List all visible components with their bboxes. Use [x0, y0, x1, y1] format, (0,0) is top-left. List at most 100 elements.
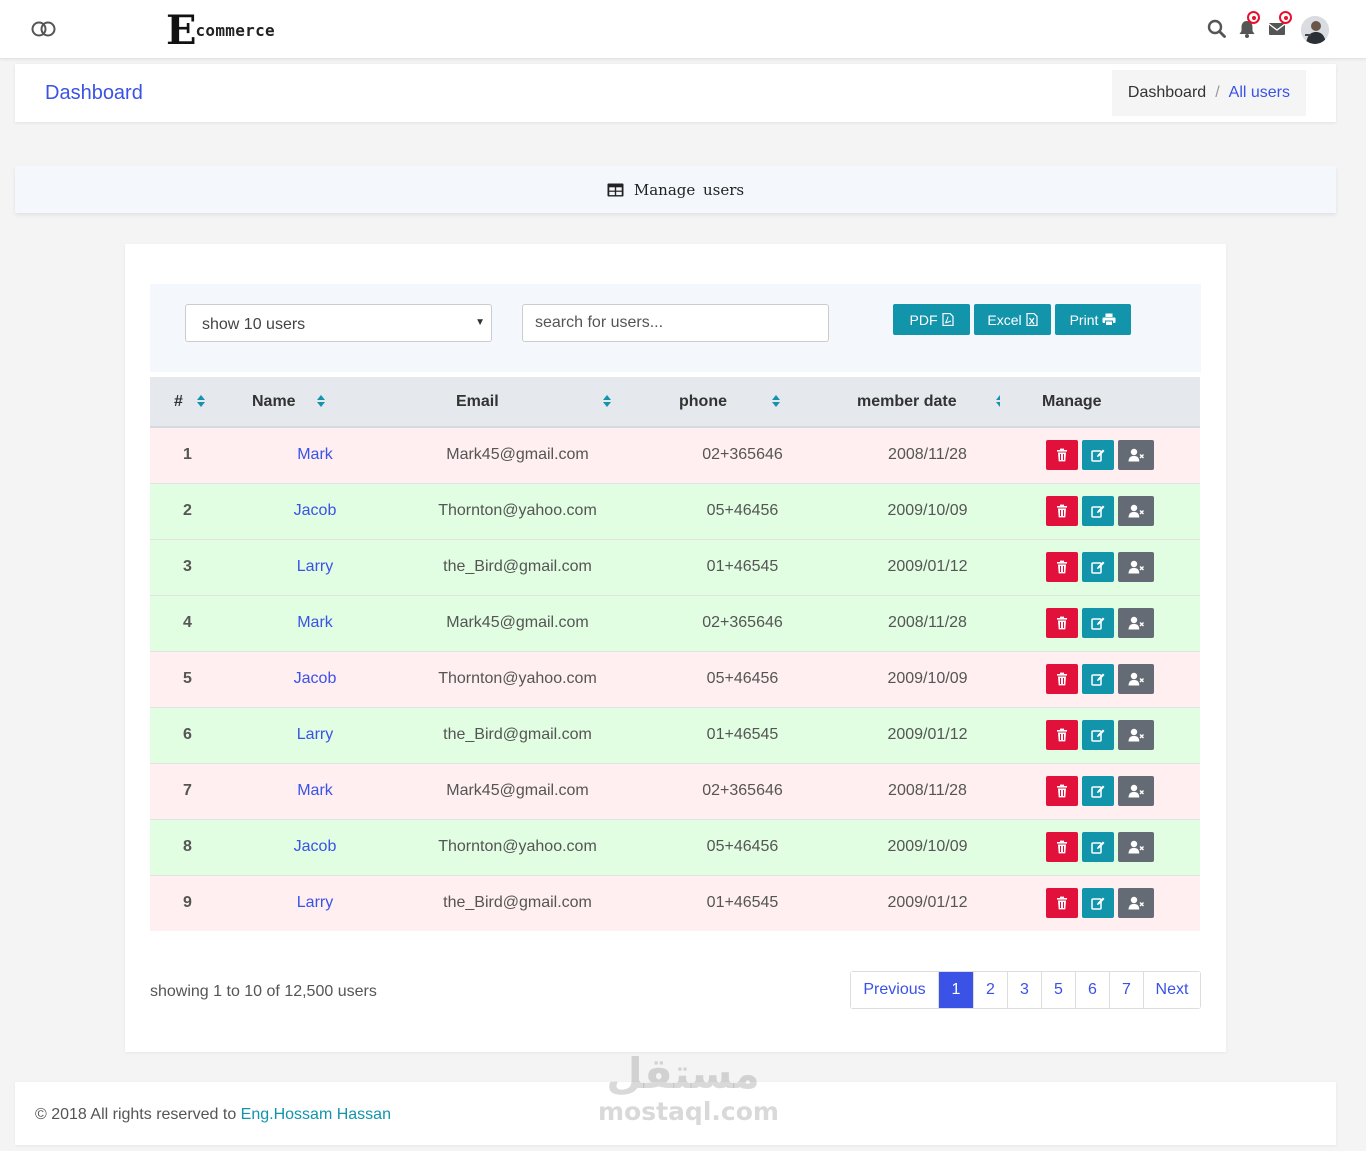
toggle-sidebar-icon[interactable] — [31, 21, 56, 37]
cell-name[interactable]: Jacob — [225, 482, 405, 539]
pagination-page-5[interactable]: 5 — [1041, 972, 1075, 1008]
trash-icon — [1057, 840, 1067, 854]
cell-member-date: 2009/01/12 — [855, 706, 1000, 763]
page-title: Dashboard — [45, 82, 143, 104]
delete-button[interactable] — [1046, 664, 1078, 694]
pagination-page-2[interactable]: 2 — [973, 972, 1007, 1008]
breadcrumb-home[interactable]: Dashboard — [1128, 84, 1206, 102]
pagination-page-7[interactable]: 7 — [1109, 972, 1143, 1008]
edit-icon — [1091, 505, 1105, 518]
edit-button[interactable] — [1082, 496, 1114, 526]
edit-button[interactable] — [1082, 832, 1114, 862]
table-row[interactable]: 3 Larry the_Bird@gmail.com 01+46545 2009/01/… — [150, 538, 1200, 595]
col-header-number[interactable]: # — [150, 377, 225, 428]
sort-icon[interactable] — [316, 394, 326, 408]
trash-icon — [1057, 896, 1067, 910]
pdf-label: PDF — [909, 311, 938, 328]
cell-phone: 05+46456 — [630, 650, 855, 707]
print-label: Print — [1069, 311, 1099, 328]
deactivate-user-button[interactable] — [1118, 832, 1154, 862]
cell-phone: 01+46545 — [630, 538, 855, 595]
deactivate-user-button[interactable] — [1118, 440, 1154, 471]
table-row[interactable]: 2 Jacob Thornton@yahoo.com 05+46456 2009/10/… — [150, 482, 1200, 539]
col-header-name[interactable]: Name — [225, 377, 405, 428]
delete-button[interactable] — [1046, 832, 1078, 862]
col-header-email[interactable]: Email — [405, 377, 630, 428]
delete-button[interactable] — [1046, 552, 1078, 582]
trash-icon — [1057, 672, 1067, 686]
users-card: show 10 users ▼ PDF Excel Print # Name — [125, 244, 1226, 1052]
edit-icon — [1091, 449, 1105, 462]
edit-button[interactable] — [1082, 720, 1114, 750]
excel-export-button[interactable]: Excel — [974, 304, 1051, 335]
cell-name[interactable]: Mark — [225, 762, 405, 819]
deactivate-user-button[interactable] — [1118, 888, 1154, 919]
cell-manage — [1000, 706, 1200, 763]
edit-button[interactable] — [1082, 440, 1114, 471]
edit-button[interactable] — [1082, 664, 1114, 694]
cell-member-date: 2009/01/12 — [855, 538, 1000, 595]
cell-name[interactable]: Larry — [225, 874, 405, 931]
deactivate-user-button[interactable] — [1118, 552, 1154, 582]
file-excel-icon — [1026, 313, 1038, 326]
pagination-page-1[interactable]: 1 — [938, 972, 973, 1008]
pagination-page-6[interactable]: 6 — [1075, 972, 1109, 1008]
delete-button[interactable] — [1046, 608, 1078, 638]
table-row[interactable]: 4 Mark Mark45@gmail.com 02+365646 2008/11/28 — [150, 594, 1200, 651]
pagination-page-3[interactable]: 3 — [1007, 972, 1041, 1008]
avatar[interactable] — [1301, 16, 1329, 44]
deactivate-user-button[interactable] — [1118, 496, 1154, 526]
cell-name[interactable]: Jacob — [225, 818, 405, 875]
search-input[interactable] — [522, 304, 829, 342]
deactivate-user-button[interactable] — [1118, 776, 1154, 806]
table-row[interactable]: 1 Mark Mark45@gmail.com 02+365646 2008/11/28 — [150, 426, 1200, 483]
sort-icon[interactable] — [196, 394, 206, 408]
cell-name[interactable]: Jacob — [225, 650, 405, 707]
cell-member-date: 2008/11/28 — [855, 426, 1000, 483]
edit-button[interactable] — [1082, 776, 1114, 806]
user-remove-icon — [1128, 616, 1144, 630]
delete-button[interactable] — [1046, 496, 1078, 526]
cell-email: Mark45@gmail.com — [405, 426, 630, 483]
cell-name[interactable]: Mark — [225, 594, 405, 651]
search-icon[interactable] — [1206, 18, 1228, 40]
deactivate-user-button[interactable] — [1118, 720, 1154, 750]
copyright-text: © 2018 All rights reserved to — [35, 1106, 241, 1123]
edit-icon — [1091, 841, 1105, 854]
logo[interactable]: E commerce — [166, 11, 275, 51]
cell-name[interactable]: Mark — [225, 426, 405, 483]
cell-name[interactable]: Larry — [225, 706, 405, 763]
pagination: Previous 1 2 3 5 6 7 Next — [850, 971, 1201, 1009]
pdf-export-button[interactable]: PDF — [893, 304, 970, 335]
breadcrumb-current[interactable]: All users — [1229, 84, 1290, 102]
cell-name[interactable]: Larry — [225, 538, 405, 595]
edit-button[interactable] — [1082, 552, 1114, 582]
delete-button[interactable] — [1046, 888, 1078, 919]
file-pdf-icon — [941, 313, 954, 326]
edit-icon — [1091, 785, 1105, 798]
edit-button[interactable] — [1082, 608, 1114, 638]
pagination-next[interactable]: Next — [1143, 972, 1200, 1008]
table-row[interactable]: 7 Mark Mark45@gmail.com 02+365646 2008/11/28 — [150, 762, 1200, 819]
table-row[interactable]: 8 Jacob Thornton@yahoo.com 05+46456 2009/10/… — [150, 818, 1200, 875]
edit-button[interactable] — [1082, 888, 1114, 919]
delete-button[interactable] — [1046, 720, 1078, 750]
col-header-phone[interactable]: phone — [630, 377, 855, 428]
sort-icon[interactable] — [771, 394, 781, 408]
edit-icon — [1091, 729, 1105, 742]
table-row[interactable]: 5 Jacob Thornton@yahoo.com 05+46456 2009/10/… — [150, 650, 1200, 707]
deactivate-user-button[interactable] — [1118, 608, 1154, 638]
delete-button[interactable] — [1046, 440, 1078, 471]
page-size-select[interactable]: show 10 users ▼ — [185, 304, 492, 342]
table-row[interactable]: 9 Larry the_Bird@gmail.com 01+46545 2009/01/… — [150, 874, 1200, 931]
table-row[interactable]: 6 Larry the_Bird@gmail.com 01+46545 2009/01/… — [150, 706, 1200, 763]
col-header-member-date[interactable]: member date — [855, 377, 1004, 428]
cell-member-date: 2008/11/28 — [855, 594, 1000, 651]
sort-icon[interactable] — [602, 394, 612, 408]
cell-number: 6 — [150, 706, 225, 763]
pagination-previous[interactable]: Previous — [851, 972, 938, 1008]
print-button[interactable]: Print — [1055, 304, 1131, 335]
deactivate-user-button[interactable] — [1118, 664, 1154, 694]
delete-button[interactable] — [1046, 776, 1078, 806]
author-link[interactable]: Eng.Hossam Hassan — [241, 1106, 391, 1123]
